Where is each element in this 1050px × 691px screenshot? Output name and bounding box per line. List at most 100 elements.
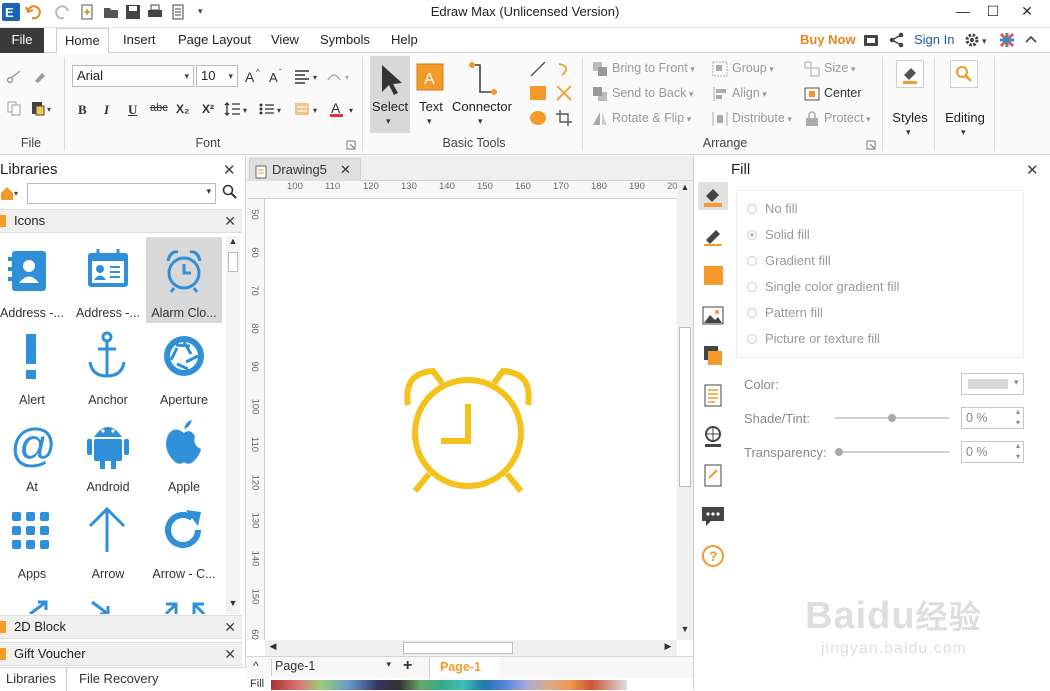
minimize-button[interactable]: —	[948, 0, 978, 24]
select-tool-button[interactable]: Select ▾	[370, 56, 410, 133]
fill-option-picture-texture[interactable]: Picture or texture fill	[747, 331, 880, 346]
sign-in-link[interactable]: Sign In	[914, 32, 954, 47]
library-item[interactable]: Alert	[0, 324, 70, 410]
note-icon[interactable]	[698, 462, 728, 490]
fill-option-gradient-fill[interactable]: Gradient fill	[747, 253, 831, 268]
decrease-font-size-icon[interactable]: Aˇ	[268, 68, 288, 85]
close-section-icon[interactable]: ✕	[224, 643, 236, 665]
ellipse-tool-icon[interactable]	[530, 110, 546, 126]
scroll-down-arrow-icon[interactable]: ▼	[678, 624, 692, 638]
chevron-up-icon[interactable]: ^	[253, 659, 259, 673]
comment-icon[interactable]	[698, 502, 728, 530]
library-item[interactable]: @ At	[0, 411, 70, 497]
library-item[interactable]: Address -...	[70, 237, 146, 323]
bring-to-front-button[interactable]: Bring to Front ▾	[592, 61, 695, 76]
library-item[interactable]: Anchor	[70, 324, 146, 410]
styles-button[interactable]: Styles ▾	[888, 56, 932, 150]
vertical-scrollbar[interactable]: ▲ ▼	[677, 181, 693, 640]
file-recovery-tab[interactable]: File Recovery	[79, 671, 158, 686]
scroll-right-arrow-icon[interactable]: ▶	[661, 641, 675, 655]
rotate-flip-button[interactable]: Rotate & Flip ▾	[592, 111, 691, 125]
add-page-icon[interactable]: +	[403, 657, 412, 675]
rectangle-tool-icon[interactable]	[530, 85, 546, 101]
tab-page-layout[interactable]: Page Layout	[170, 28, 259, 53]
connector-tool-button[interactable]: Connector ▾	[450, 56, 514, 133]
fill-option-single-color-gradient[interactable]: Single color gradient fill	[747, 279, 899, 294]
close-fill-panel-icon[interactable]: ✕	[1026, 161, 1039, 179]
library-item[interactable]: Android	[70, 411, 146, 497]
gift-voucher-section-header[interactable]: Gift Voucher ✕	[0, 642, 242, 666]
cart-icon[interactable]	[862, 31, 880, 52]
libraries-tab[interactable]: Libraries	[6, 671, 56, 686]
2d-block-section-header[interactable]: 2D Block ✕	[0, 615, 242, 639]
icons-section-header[interactable]: Icons ✕	[0, 209, 242, 233]
alarm-clock-shape[interactable]	[265, 199, 677, 640]
scroll-up-arrow-icon[interactable]: ▲	[226, 236, 240, 250]
shade-tint-slider-knob[interactable]	[888, 414, 896, 422]
page-select[interactable]: Page-1 ▾	[271, 659, 391, 676]
library-item[interactable]: Address -...	[0, 237, 70, 323]
bullet-list-icon[interactable]: ▾	[258, 101, 286, 117]
color-swatches[interactable]	[271, 680, 627, 690]
theme-icon[interactable]	[998, 31, 1016, 52]
page-tab[interactable]: Page-1	[429, 657, 499, 678]
help-icon[interactable]: ?	[698, 542, 728, 570]
library-item[interactable]: Arrow	[70, 498, 146, 584]
home-library-icon[interactable]: ▾	[0, 184, 22, 202]
collapse-ribbon-icon[interactable]	[1022, 31, 1040, 52]
close-libraries-icon[interactable]: ✕	[223, 161, 236, 179]
curve-tool-icon[interactable]	[556, 61, 572, 77]
line-spacing-curve-icon[interactable]: ▾	[326, 68, 354, 84]
close-window-button[interactable]: ✕	[1012, 0, 1042, 24]
tab-view[interactable]: View	[263, 28, 307, 53]
align-button[interactable]: Align ▾	[712, 86, 767, 101]
size-button[interactable]: Size ▾	[804, 61, 855, 77]
transparency-slider-knob[interactable]	[835, 448, 843, 456]
color-picker[interactable]: ▾	[961, 373, 1024, 395]
font-name-select[interactable]: Arial ▾	[72, 65, 194, 87]
horizontal-scrollbar[interactable]: ◀ ▶	[265, 640, 677, 656]
library-item[interactable]: Aperture	[146, 324, 222, 410]
font-size-select[interactable]: 10 ▾	[196, 65, 238, 87]
scroll-thumb[interactable]	[403, 642, 513, 654]
send-to-back-button[interactable]: Send to Back ▾	[592, 86, 693, 101]
settings-gear-icon[interactable]: ▾	[964, 31, 990, 52]
layers-icon[interactable]	[698, 342, 728, 370]
text-align-icon[interactable]: ▾	[294, 68, 322, 84]
center-button[interactable]: Center	[804, 86, 862, 101]
library-item-selected[interactable]: Alarm Clo...	[146, 237, 222, 323]
library-item[interactable]: Apple	[146, 411, 222, 497]
share-icon[interactable]	[888, 31, 906, 52]
line-style-icon[interactable]	[698, 222, 728, 250]
group-button[interactable]: Group ▾	[712, 61, 774, 77]
document-tab[interactable]: Drawing5 ✕	[249, 158, 361, 181]
tab-help[interactable]: Help	[383, 28, 426, 53]
font-color-icon[interactable]: A ▾	[330, 100, 358, 117]
scroll-down-arrow-icon[interactable]: ▼	[226, 598, 240, 612]
scroll-left-arrow-icon[interactable]: ◀	[266, 641, 280, 655]
library-scrollbar[interactable]: ▲ ▼	[226, 236, 240, 614]
search-icon[interactable]	[222, 184, 238, 203]
subscript-icon[interactable]: X₂	[176, 102, 189, 116]
shade-tint-input[interactable]: 0 % ▴ ▾	[961, 407, 1024, 429]
scroll-up-arrow-icon[interactable]: ▲	[678, 182, 692, 196]
protect-button[interactable]: Protect ▾	[804, 111, 871, 126]
cut-icon[interactable]	[6, 68, 22, 84]
strikethrough-icon[interactable]: abc	[150, 102, 168, 114]
transparency-input[interactable]: 0 % ▴ ▾	[961, 441, 1024, 463]
italic-icon[interactable]: I	[104, 102, 109, 118]
tab-symbols[interactable]: Symbols	[312, 28, 378, 53]
copy-icon[interactable]	[6, 100, 22, 116]
tab-home[interactable]: Home	[56, 28, 109, 54]
library-item[interactable]: Arrow - C...	[146, 498, 222, 584]
paste-icon[interactable]: ▾	[30, 100, 56, 116]
tab-insert[interactable]: Insert	[115, 28, 164, 53]
scroll-thumb[interactable]	[679, 327, 691, 487]
font-dialog-launcher-icon[interactable]	[346, 138, 356, 150]
buy-now-link[interactable]: Buy Now	[800, 32, 856, 47]
distribute-button[interactable]: Distribute ▾	[712, 111, 792, 126]
increase-font-size-icon[interactable]: A ^	[244, 68, 264, 85]
arrange-dialog-launcher-icon[interactable]	[866, 138, 876, 150]
underline-icon[interactable]: U	[128, 102, 137, 118]
library-item[interactable]: Apps	[0, 498, 70, 584]
